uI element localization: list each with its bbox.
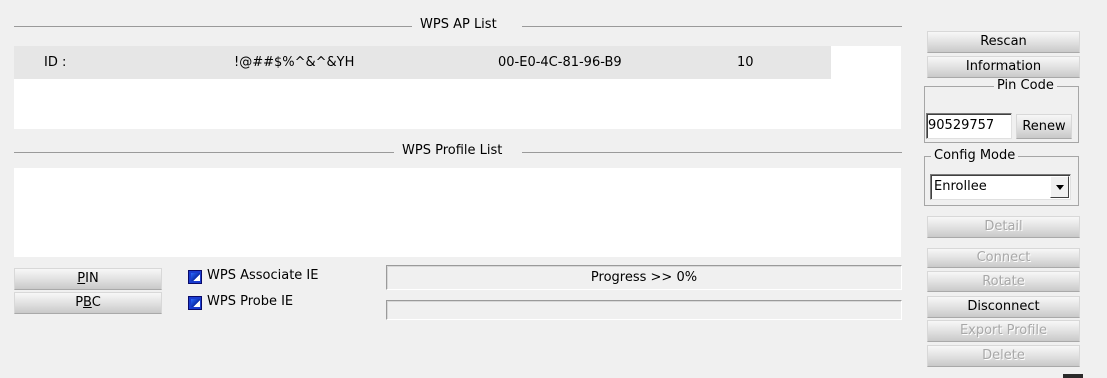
detail-button[interactable]: Detail — [927, 216, 1080, 238]
pin-button[interactable]: PIN — [14, 268, 162, 290]
pbc-button-label-pre: P — [75, 295, 84, 310]
profile-list[interactable] — [14, 168, 901, 257]
pin-code-legend: Pin Code — [994, 78, 1057, 93]
wps-associate-ie-checkbox[interactable] — [188, 270, 202, 284]
ap-id-label: ID : — [44, 55, 67, 70]
config-mode-legend: Config Mode — [931, 148, 1019, 163]
pbc-button-label-post: C — [91, 295, 101, 310]
information-button[interactable]: Information — [927, 56, 1080, 78]
ap-list-title: WPS AP List — [420, 17, 497, 32]
rescan-button[interactable]: Rescan — [927, 31, 1080, 53]
pbc-button[interactable]: PBC — [14, 292, 162, 314]
pin-code-field[interactable]: 90529757 — [926, 113, 1012, 139]
progress-text: Progress >> 0% — [590, 270, 698, 285]
ap-ssid: !@##$%^&^&YH — [234, 55, 355, 70]
ap-list-divider-right — [522, 26, 902, 27]
export-profile-button[interactable]: Export Profile — [927, 320, 1080, 342]
config-mode-value: Enrollee — [934, 179, 987, 194]
ap-channel: 10 — [737, 55, 754, 70]
disconnect-button[interactable]: Disconnect — [927, 296, 1080, 318]
renew-button[interactable]: Renew — [1016, 114, 1072, 139]
profile-list-title: WPS Profile List — [402, 143, 503, 158]
profile-list-divider-right — [522, 152, 902, 153]
config-mode-select[interactable]: Enrollee — [930, 174, 1071, 200]
profile-list-divider-left — [14, 152, 394, 153]
progress-bar — [386, 300, 902, 320]
pin-button-mnemonic: P — [77, 271, 86, 286]
wps-probe-ie-checkbox[interactable] — [188, 296, 202, 310]
progress-status-box: Progress >> 0% — [386, 265, 902, 290]
delete-button[interactable]: Delete — [927, 345, 1080, 367]
chevron-down-icon[interactable] — [1050, 176, 1069, 198]
ap-list[interactable]: ID : !@##$%^&^&YH 00-E0-4C-81-96-B9 10 — [14, 46, 901, 129]
window-corner-mark — [1063, 374, 1083, 378]
connect-button[interactable]: Connect — [927, 248, 1080, 268]
ap-list-row[interactable]: ID : !@##$%^&^&YH 00-E0-4C-81-96-B9 10 — [14, 46, 831, 79]
wps-associate-ie-label: WPS Associate IE — [207, 268, 319, 283]
pbc-button-mnemonic: B — [83, 295, 92, 310]
wps-probe-ie-label: WPS Probe IE — [207, 294, 294, 309]
pin-button-label: IN — [85, 271, 99, 286]
rotate-button[interactable]: Rotate — [927, 271, 1080, 292]
ap-list-divider-left — [14, 26, 412, 27]
ap-mac-address: 00-E0-4C-81-96-B9 — [498, 55, 622, 70]
